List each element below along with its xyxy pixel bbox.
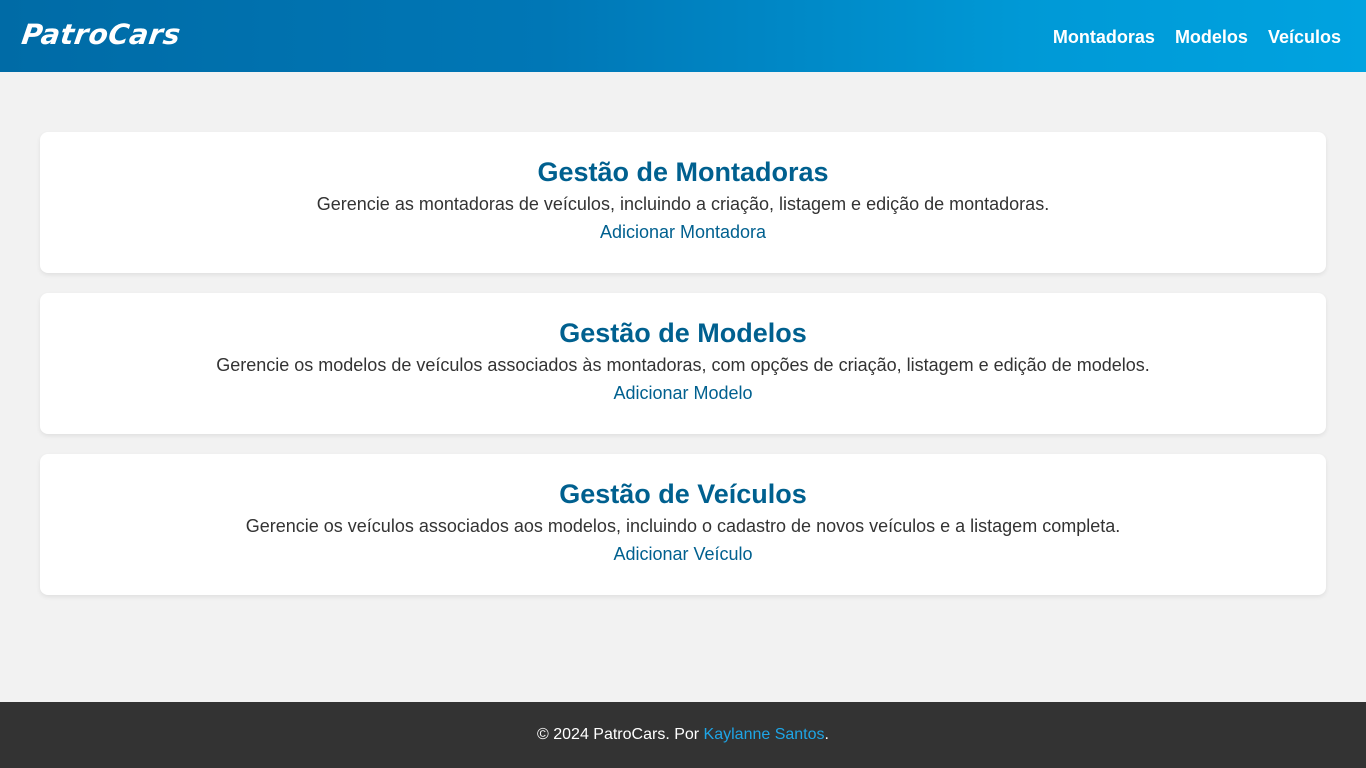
main-nav: Montadoras Modelos Veículos	[1053, 27, 1341, 48]
card-veiculos: Gestão de Veículos Gerencie os veículos …	[40, 454, 1326, 595]
add-montadora-link[interactable]: Adicionar Montadora	[600, 222, 766, 242]
footer-suffix: .	[824, 726, 829, 743]
footer-author-link[interactable]: Kaylanne Santos	[704, 726, 825, 743]
card-modelos: Gestão de Modelos Gerencie os modelos de…	[40, 293, 1326, 434]
add-modelo-link[interactable]: Adicionar Modelo	[613, 383, 752, 403]
site-footer: © 2024 PatroCars. Por Kaylanne Santos.	[0, 702, 1366, 768]
add-veiculo-link[interactable]: Adicionar Veículo	[613, 544, 752, 564]
card-description: Gerencie os modelos de veículos associad…	[216, 355, 1150, 375]
site-header: PatroCars Montadoras Modelos Veículos	[0, 0, 1366, 72]
footer-text: © 2024 PatroCars. Por Kaylanne Santos.	[537, 726, 829, 744]
footer-copyright: © 2024 PatroCars. Por	[537, 726, 704, 743]
card-title: Gestão de Montadoras	[537, 157, 829, 187]
card-title: Gestão de Veículos	[559, 479, 807, 509]
nav-link-veiculos[interactable]: Veículos	[1268, 27, 1341, 48]
card-description: Gerencie os veículos associados aos mode…	[245, 516, 1121, 536]
nav-link-modelos[interactable]: Modelos	[1175, 27, 1248, 48]
card-montadoras: Gestão de Montadoras Gerencie as montado…	[40, 132, 1326, 273]
card-title: Gestão de Modelos	[559, 318, 807, 348]
main-content: Gestão de Montadoras Gerencie as montado…	[40, 132, 1326, 615]
logo[interactable]: PatroCars	[20, 18, 183, 51]
nav-link-montadoras[interactable]: Montadoras	[1053, 27, 1155, 48]
card-description: Gerencie as montadoras de veículos, incl…	[316, 194, 1050, 214]
